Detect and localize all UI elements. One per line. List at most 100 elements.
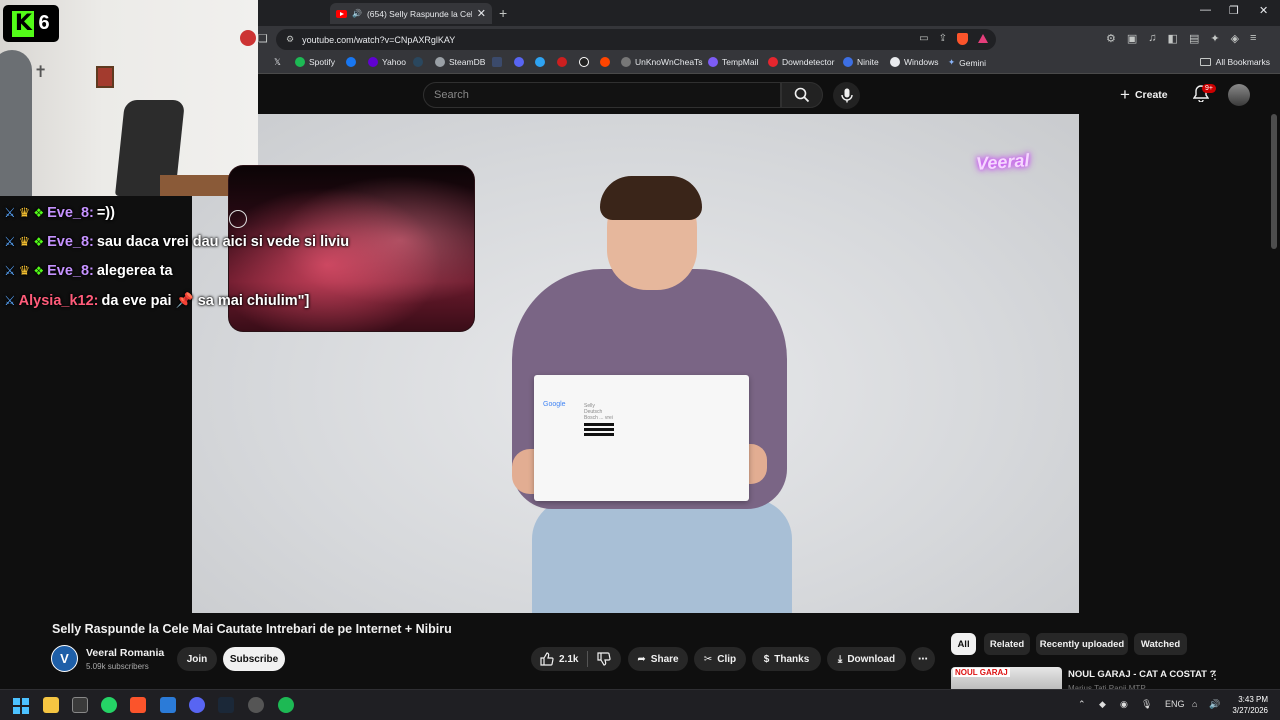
bookmark-downdetector[interactable]: Downdetector [768, 57, 834, 67]
bookmark-ninite[interactable]: Ninite [843, 57, 879, 67]
bookmark-gemini[interactable]: ✦ Gemini [948, 57, 986, 68]
bookmark-spotify[interactable]: Spotify [295, 57, 335, 67]
bookmark-unknowncheats[interactable]: UnKnoWnCheaTs [621, 57, 703, 67]
file-explorer-icon[interactable] [43, 697, 59, 713]
tray-mic-icon[interactable]: 🎙 [1141, 699, 1152, 710]
facebook-bookmark[interactable] [346, 57, 356, 67]
recommendation-title[interactable]: NOUL GARAJ - CAT A COSTAT ? [1068, 669, 1215, 680]
minimize-icon[interactable]: — [1200, 4, 1211, 16]
tray-network-app-icon[interactable]: ◉ [1120, 699, 1128, 710]
store-icon[interactable] [72, 697, 88, 713]
windows-start-icon[interactable] [13, 698, 29, 714]
clock-date: 3/27/2026 [1232, 706, 1268, 715]
yahoo-icon [368, 57, 378, 67]
extension-icon[interactable]: ⚙ [1106, 32, 1116, 45]
more-dots-icon: ⋯ [918, 653, 928, 665]
tray-chevron-icon[interactable]: ⌃ [1078, 699, 1086, 710]
chat-text: alegerea ta [96, 263, 173, 279]
red-app-icon [557, 57, 567, 67]
red-bookmark[interactable] [557, 57, 567, 67]
reddit-bookmark[interactable] [600, 57, 610, 67]
sidebar-icon[interactable]: ◧ [1168, 32, 1178, 45]
thumbs-down-icon[interactable] [597, 652, 612, 666]
download-button[interactable]: ⤓ Download [827, 647, 906, 671]
circle-icon [535, 57, 545, 67]
obs-icon[interactable] [248, 697, 264, 713]
media-icon[interactable]: ♫ [1148, 32, 1156, 45]
fl-bookmark[interactable] [492, 57, 502, 67]
close-window-icon[interactable]: ✕ [1259, 4, 1268, 17]
bookmark-icon[interactable]: ❏ [258, 32, 268, 45]
clip-button[interactable]: ✂ Clip [694, 647, 746, 671]
system-clock[interactable]: 3:43 PM 3/27/2026 [1226, 694, 1268, 716]
chat-message: ⚔ Alysia_k12: da eve pai 📌 sa mai chiuli… [4, 292, 309, 310]
subscriber-count: 5.09k subscribers [86, 662, 149, 671]
tab-close-icon[interactable]: ✕ [477, 7, 486, 20]
leo-icon[interactable]: ✦ [1210, 32, 1219, 45]
share-page-icon[interactable]: ⇪ [939, 33, 947, 45]
crown-badge-icon: ♛ [18, 205, 31, 220]
brave-icon[interactable] [130, 697, 146, 713]
spotify-taskbar-icon[interactable] [278, 697, 294, 713]
chat-text: sau daca vrei dau aici si vede si liviu [96, 234, 350, 250]
x-bookmark[interactable]: 𝕏 [274, 57, 281, 68]
kick-logo-icon: K [12, 10, 35, 37]
search-input[interactable]: Search [423, 82, 781, 108]
recommendation-thumbnail[interactable]: NOUL GARAJ [951, 667, 1062, 691]
whatsapp-icon[interactable] [101, 697, 117, 713]
printout-logo: Google [543, 401, 566, 408]
join-button[interactable]: Join [177, 647, 217, 671]
menu-icon[interactable]: ≡ [1250, 32, 1256, 45]
language-indicator[interactable]: ENG [1165, 699, 1185, 709]
volume-icon[interactable]: 🔊 [1209, 699, 1220, 710]
tray-app-icon[interactable]: ◆ [1099, 699, 1106, 710]
bookmark-steamdb[interactable]: SteamDB [435, 57, 485, 67]
discord-bookmark[interactable] [514, 57, 524, 67]
tiktok-bookmark[interactable] [579, 57, 589, 67]
thanks-button[interactable]: $ Thanks [752, 647, 821, 671]
vpn-icon[interactable]: ◈ [1231, 32, 1239, 45]
bookmark-windows[interactable]: Windows [890, 57, 938, 67]
more-actions-button[interactable]: ⋯ [911, 647, 935, 671]
channel-watermark: Veeral [975, 150, 1030, 174]
all-bookmarks[interactable]: All Bookmarks [1199, 57, 1270, 67]
channel-name[interactable]: Veeral Romania [86, 647, 164, 659]
wallet-icon[interactable]: ▤ [1189, 32, 1199, 45]
steam-taskbar-icon[interactable] [218, 697, 234, 713]
channel-avatar[interactable]: V [51, 645, 78, 672]
webcam-person [0, 50, 32, 196]
chip-related[interactable]: Related [984, 633, 1030, 655]
wall-cross-icon: ✝ [34, 64, 48, 81]
wall-icon-frame [96, 66, 114, 88]
reader-icon[interactable]: ▣ [1127, 32, 1137, 45]
bookmark-tempmail[interactable]: TempMail [708, 57, 758, 67]
sub-badge-icon: ❖ [33, 264, 45, 278]
steam-bookmark[interactable] [413, 57, 423, 67]
subscribe-button[interactable]: Subscribe [223, 647, 285, 671]
site-info-icon[interactable]: ⚙ [286, 34, 294, 45]
share-button[interactable]: ➦ Share [628, 647, 688, 671]
chip-watched[interactable]: Watched [1134, 633, 1187, 655]
address-bar[interactable]: ⚙ youtube.com/watch?v=CNpAXRglKAY ▭ ⇪ [276, 29, 996, 50]
circle-bookmark[interactable] [535, 57, 545, 67]
photos-icon[interactable] [160, 697, 176, 713]
page-scrollbar[interactable] [1271, 114, 1277, 249]
brave-rewards-icon[interactable] [978, 34, 988, 43]
cast-icon[interactable]: ▭ [919, 33, 928, 45]
account-avatar[interactable] [1228, 84, 1250, 106]
voice-search-button[interactable] [833, 82, 860, 109]
like-button[interactable]: 2.1k [540, 652, 578, 666]
recommendation-menu-icon[interactable]: ⋮ [1209, 668, 1221, 682]
brave-shield-icon[interactable] [957, 33, 968, 45]
chip-recently-uploaded[interactable]: Recently uploaded [1036, 633, 1128, 655]
new-tab-icon[interactable]: + [499, 5, 507, 21]
discord-taskbar-icon[interactable] [189, 697, 205, 713]
chip-all[interactable]: All [951, 633, 976, 655]
red-record-icon [240, 30, 256, 46]
browser-tab-youtube[interactable]: 🔊 (654) Selly Raspunde la Cele Mai Cauta… [330, 3, 492, 24]
bookmark-yahoo[interactable]: Yahoo [368, 57, 406, 67]
restore-icon[interactable]: ❐ [1229, 4, 1239, 17]
search-button[interactable] [781, 82, 823, 108]
create-button[interactable]: + Create [1120, 85, 1168, 105]
network-icon[interactable]: ⌂ [1192, 699, 1197, 709]
